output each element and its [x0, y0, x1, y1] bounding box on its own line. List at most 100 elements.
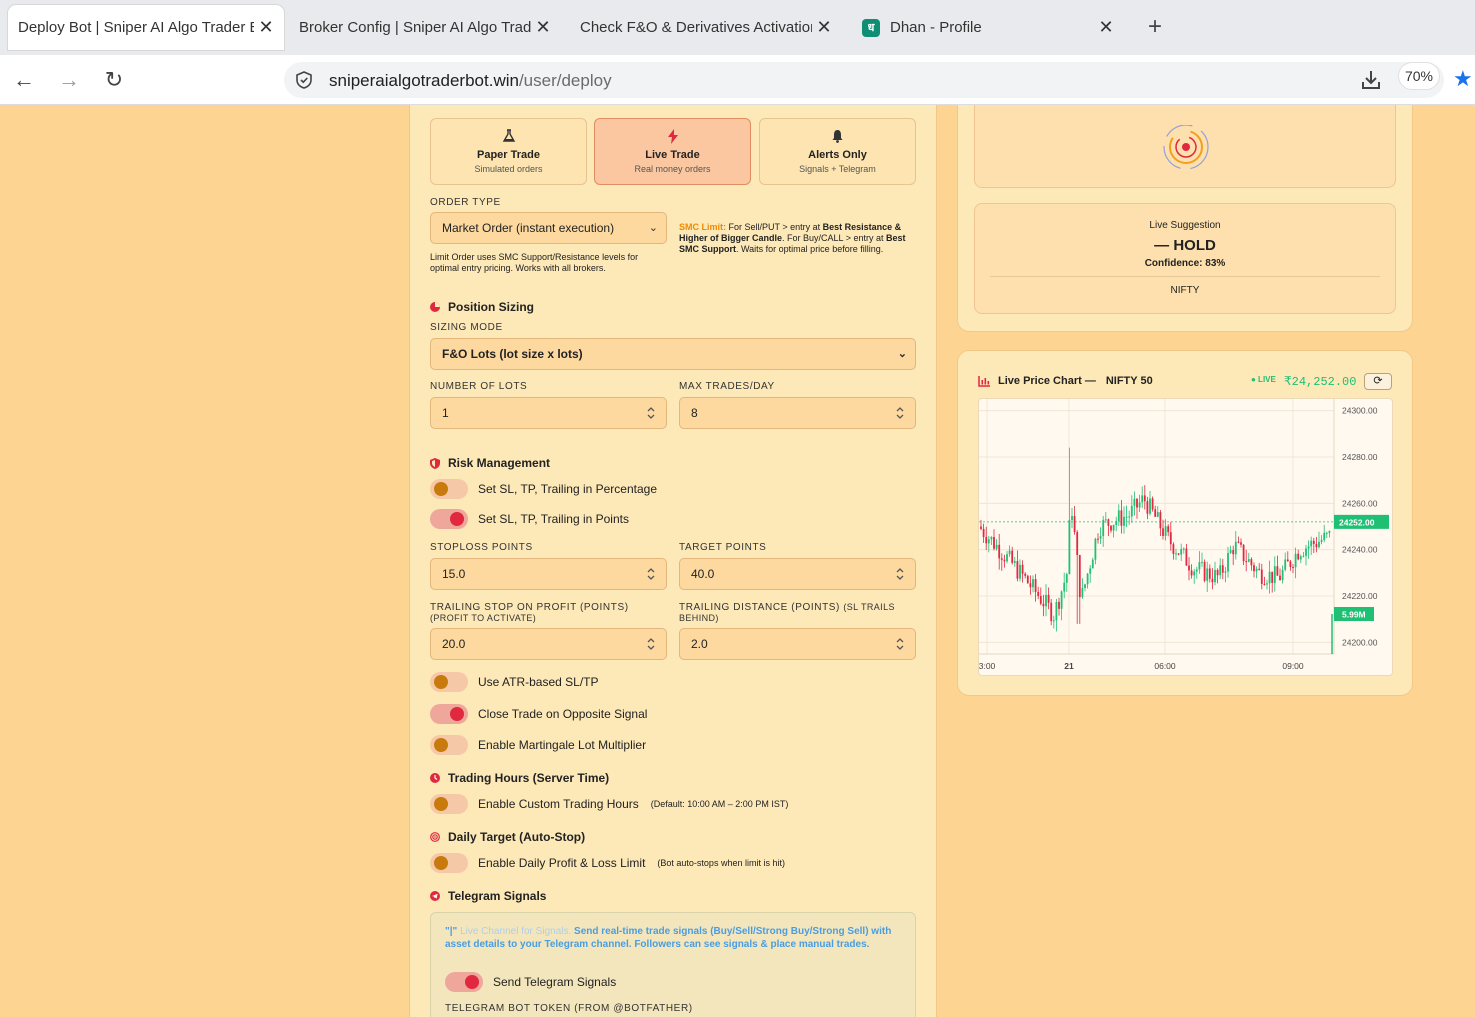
mode-title: Alerts Only — [808, 149, 867, 161]
toggle-label: Set SL, TP, Trailing in Points — [478, 512, 629, 526]
close-icon[interactable]: ✕ — [816, 17, 832, 38]
close-icon[interactable]: ✕ — [1098, 17, 1114, 38]
order-type-select[interactable]: Market Order (instant execution) ⌄ — [430, 212, 667, 244]
daily-target-heading: Daily Target (Auto-Stop) — [430, 830, 585, 844]
candle-body — [998, 544, 1001, 559]
radar-icon — [1163, 125, 1209, 170]
address-bar[interactable]: sniperaialgotraderbot.win/user/deploy — [284, 62, 1444, 98]
candle-body — [1138, 502, 1141, 508]
martingale-toggle[interactable] — [430, 735, 468, 755]
sizing-mode-label: SIZING MODE — [430, 322, 503, 333]
close-icon[interactable]: ✕ — [258, 17, 274, 38]
tab-fno-activation[interactable]: Check F&O & Derivatives Activation ✕ — [570, 5, 842, 50]
site-info-icon[interactable] — [294, 70, 314, 90]
candle-body — [1201, 561, 1203, 563]
tab-broker-config[interactable]: Broker Config | Sniper AI Algo Trade ✕ — [289, 5, 561, 50]
candle-body — [1279, 575, 1281, 581]
lots-input[interactable]: 1 — [430, 397, 667, 429]
candle-body — [1136, 498, 1138, 508]
candle-body — [1169, 532, 1172, 545]
stepper-icon[interactable] — [895, 405, 905, 421]
bolt-icon — [595, 129, 750, 145]
candle-body — [1224, 571, 1227, 573]
trading-hours-toggle[interactable] — [430, 794, 468, 814]
stepper-icon[interactable] — [646, 636, 656, 652]
refresh-button[interactable]: ⟳ — [1364, 373, 1392, 390]
chart-price: ₹24,252.00 — [1284, 375, 1357, 389]
mode-alerts-only[interactable]: Alerts Only Signals + Telegram — [759, 118, 916, 185]
candle-body — [1029, 583, 1032, 588]
lots-label: NUMBER OF LOTS — [430, 381, 528, 392]
stepper-icon[interactable] — [646, 405, 656, 421]
opposite-signal-toggle[interactable] — [430, 704, 468, 724]
candle-body — [1104, 519, 1107, 521]
reload-button[interactable]: ↻ — [101, 67, 127, 93]
candle-body — [1299, 556, 1302, 560]
candle-body — [1208, 568, 1211, 579]
price-chart[interactable]: 24300.00 24280.00 24260.00 24240.00 24220.00… — [978, 398, 1393, 676]
candle-body — [1229, 550, 1232, 553]
new-tab-button[interactable]: + — [1142, 14, 1168, 40]
candle-body — [1102, 519, 1105, 537]
back-button[interactable]: ← — [11, 67, 37, 93]
percentage-toggle[interactable] — [430, 479, 468, 499]
daily-limit-toggle[interactable] — [430, 853, 468, 873]
candle-body — [1190, 570, 1193, 576]
candle-body — [1123, 516, 1125, 526]
candle-body — [1227, 552, 1229, 572]
max-trades-input[interactable]: 8 — [679, 397, 916, 429]
candle-body — [1258, 568, 1261, 570]
toggle-row-atr: Use ATR-based SL/TP — [430, 672, 599, 692]
toggle-label: Enable Daily Profit & Loss Limit — [478, 856, 646, 870]
candle-body — [1112, 524, 1115, 531]
mode-subtitle: Simulated orders — [474, 164, 543, 174]
download-icon[interactable] — [1359, 68, 1383, 92]
candle-body — [1071, 516, 1073, 521]
trailing-distance-value: 2.0 — [691, 637, 708, 651]
candle-body — [1286, 559, 1289, 562]
telegram-icon — [430, 891, 440, 901]
candle-body — [980, 526, 982, 529]
candle-body — [1091, 559, 1094, 569]
stoploss-value: 15.0 — [442, 567, 466, 581]
telegram-toggle[interactable] — [445, 972, 483, 992]
trailing-stop-input[interactable]: 20.0 — [430, 628, 667, 660]
atr-toggle[interactable] — [430, 672, 468, 692]
telegram-description: "|" Live Channel for Signals. Send real-… — [445, 925, 895, 951]
tab-deploy-bot[interactable]: Deploy Bot | Sniper AI Algo Trader B ✕ — [8, 5, 284, 50]
candle-body — [1068, 520, 1071, 575]
zoom-indicator[interactable]: 70% — [1398, 62, 1440, 90]
mode-live-trade[interactable]: Live Trade Real money orders — [594, 118, 751, 185]
candle-body — [1076, 532, 1079, 556]
trailing-distance-input[interactable]: 2.0 — [679, 628, 916, 660]
toggle-label: Use ATR-based SL/TP — [478, 675, 599, 689]
stepper-icon[interactable] — [895, 636, 905, 652]
candle-body — [1273, 566, 1276, 583]
sizing-mode-select[interactable]: F&O Lots (lot size x lots) ⌄ — [430, 338, 916, 370]
candle-body — [1130, 505, 1133, 517]
stepper-icon[interactable] — [646, 566, 656, 582]
bookmark-star-icon[interactable]: ★ — [1453, 66, 1473, 92]
x-tick-label: 06:00 — [1154, 661, 1176, 671]
close-icon[interactable]: ✕ — [535, 17, 551, 38]
stoploss-input[interactable]: 15.0 — [430, 558, 667, 590]
tab-dhan-profile[interactable]: ध Dhan - Profile ✕ — [852, 5, 1124, 50]
candle-body — [1065, 574, 1068, 583]
url-path: /user/deploy — [518, 71, 612, 90]
label-sub: (PROFIT TO ACTIVATE) — [430, 613, 537, 623]
target-input[interactable]: 40.0 — [679, 558, 916, 590]
target-value: 40.0 — [691, 567, 715, 581]
mode-paper-trade[interactable]: Paper Trade Simulated orders — [430, 118, 587, 185]
candle-body — [1047, 594, 1050, 603]
candle-body — [1097, 538, 1099, 540]
candle-body — [1185, 548, 1188, 566]
candle-body — [1037, 591, 1040, 597]
stepper-icon[interactable] — [895, 566, 905, 582]
candle-body — [1125, 516, 1128, 518]
candle-body — [1063, 582, 1066, 592]
chart-header: Live Price Chart — NIFTY 50 — [978, 375, 1153, 387]
points-toggle[interactable] — [430, 509, 468, 529]
forward-button[interactable]: → — [56, 67, 82, 93]
candle-body — [1128, 516, 1131, 518]
candle-body — [1276, 566, 1279, 576]
